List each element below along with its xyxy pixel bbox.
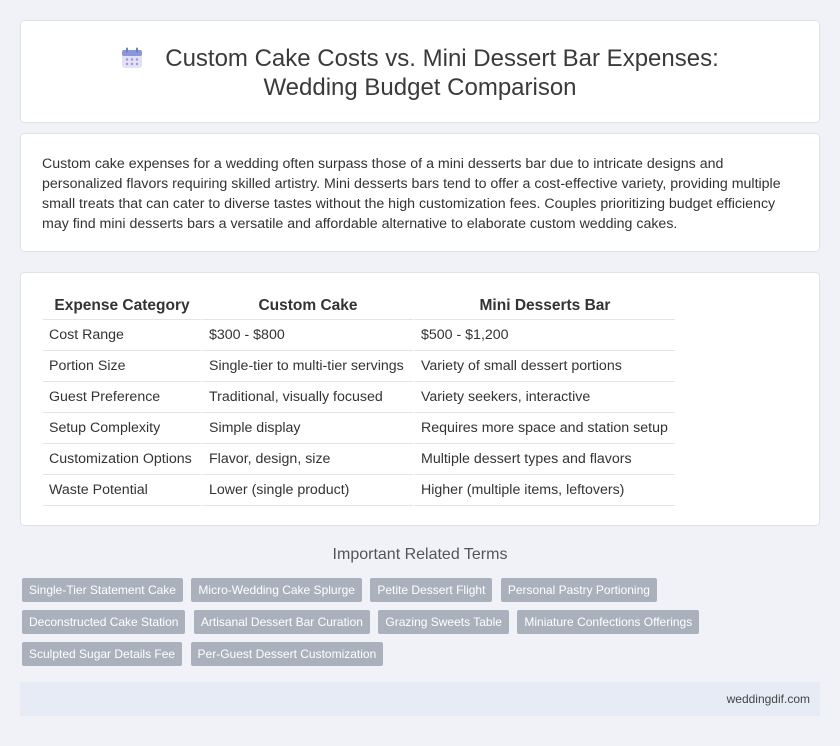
calendar-icon [122,47,143,68]
table-row: Cost Range $300 - $800 $500 - $1,200 [43,320,675,351]
table-row: Portion Size Single-tier to multi-tier s… [43,351,675,382]
intro-card: Custom cake expenses for a wedding often… [20,133,820,252]
page-title-wrap: Custom Cake Costs vs. Mini Dessert Bar E… [21,44,819,102]
table-cell: Customization Options [43,444,201,475]
related-term-tag[interactable]: Per-Guest Dessert Customization [190,642,384,666]
table-cell: Traditional, visually focused [201,382,413,413]
table-cell: Simple display [201,413,413,444]
related-terms-list: Single-Tier Statement Cake Micro-Wedding… [22,578,742,674]
table-cell: Waste Potential [43,475,201,506]
table-cell: Multiple dessert types and flavors [413,444,675,475]
table-cell: Lower (single product) [201,475,413,506]
intro-paragraph: Custom cake expenses for a wedding often… [42,156,781,232]
comparison-card: Expense Category Custom Cake Mini Desser… [20,272,820,526]
title-card: Custom Cake Costs vs. Mini Dessert Bar E… [20,20,820,123]
table-cell: Variety seekers, interactive [413,382,675,413]
table-cell: Requires more space and station setup [413,413,675,444]
related-term-tag[interactable]: Sculpted Sugar Details Fee [22,642,183,666]
table-cell: $500 - $1,200 [413,320,675,351]
table-cell: Flavor, design, size [201,444,413,475]
related-term-tag[interactable]: Micro-Wedding Cake Splurge [191,578,362,602]
related-term-tag[interactable]: Petite Dessert Flight [370,578,493,602]
column-header: Custom Cake [201,293,413,320]
related-term-tag[interactable]: Grazing Sweets Table [378,610,509,634]
table-cell: Cost Range [43,320,201,351]
column-header: Mini Desserts Bar [413,293,675,320]
page-title: Custom Cake Costs vs. Mini Dessert Bar E… [165,45,719,101]
related-term-tag[interactable]: Personal Pastry Portioning [500,578,657,602]
related-term-tag[interactable]: Deconstructed Cake Station [22,610,186,634]
table-row: Customization Options Flavor, design, si… [43,444,675,475]
table-cell: Guest Preference [43,382,201,413]
column-header: Expense Category [43,293,201,320]
table-header-row: Expense Category Custom Cake Mini Desser… [43,293,675,320]
site-link[interactable]: weddingdif.com [727,692,810,706]
related-term-tag[interactable]: Artisanal Dessert Bar Curation [193,610,370,634]
table-cell: $300 - $800 [201,320,413,351]
related-terms-heading: Important Related Terms [332,546,508,563]
table-cell: Setup Complexity [43,413,201,444]
table-row: Setup Complexity Simple display Requires… [43,413,675,444]
footer: weddingdif.com [20,682,820,716]
table-cell: Single-tier to multi-tier servings [201,351,413,382]
related-term-tag[interactable]: Miniature Confections Offerings [517,610,700,634]
table-cell: Higher (multiple items, leftovers) [413,475,675,506]
table-row: Waste Potential Lower (single product) H… [43,475,675,506]
comparison-table: Expense Category Custom Cake Mini Desser… [43,293,675,506]
table-row: Guest Preference Traditional, visually f… [43,382,675,413]
related-term-tag[interactable]: Single-Tier Statement Cake [22,578,183,602]
table-cell: Variety of small dessert portions [413,351,675,382]
table-cell: Portion Size [43,351,201,382]
